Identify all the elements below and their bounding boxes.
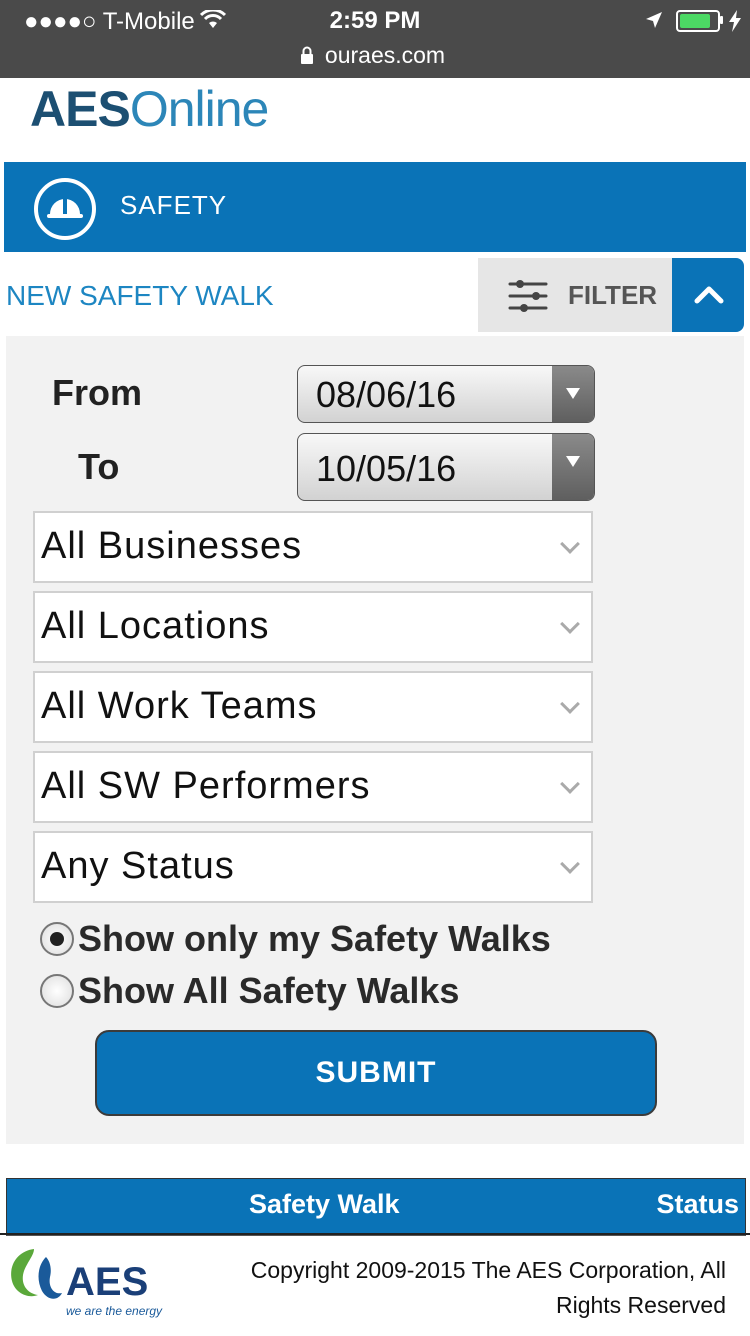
- from-label: From: [52, 372, 142, 413]
- results-table-header: Safety Walk Status: [6, 1178, 746, 1236]
- status-select[interactable]: Any Status: [33, 831, 593, 903]
- section-title: SAFETY: [120, 190, 228, 220]
- radio-show-all-label: Show All Safety Walks: [78, 970, 460, 1011]
- to-date-picker[interactable]: 10/05/16: [297, 433, 595, 501]
- to-label: To: [78, 446, 120, 487]
- logo-wordmark: AES: [66, 1260, 148, 1304]
- sw-performer-select[interactable]: All SW Performers: [33, 751, 593, 823]
- radio-show-mine-label: Show only my Safety Walks: [78, 918, 551, 959]
- chevron-down-icon: [560, 774, 580, 794]
- filter-collapse-button[interactable]: [672, 258, 744, 332]
- column-header-status[interactable]: Status: [656, 1189, 739, 1220]
- to-date-value: 10/05/16: [316, 448, 457, 489]
- copyright-text: Copyright 2009-2015 The AES Corporation,…: [250, 1257, 726, 1318]
- sw-performer-select-value: All SW Performers: [41, 765, 371, 807]
- hard-hat-icon: [34, 178, 96, 240]
- location-select-value: All Locations: [41, 605, 270, 647]
- dropdown-arrow-icon: [552, 366, 594, 422]
- chevron-down-icon: [560, 614, 580, 634]
- work-team-select[interactable]: All Work Teams: [33, 671, 593, 743]
- business-select-value: All Businesses: [41, 525, 303, 567]
- dropdown-arrow-icon: [552, 434, 594, 500]
- safety-banner: SAFETY: [4, 162, 746, 252]
- logo-text-light: Online: [129, 81, 270, 137]
- status-bar: ●●●●○ T-Mobile 2:59 PM ouraes.com: [0, 0, 750, 78]
- location-arrow-icon: [646, 12, 662, 28]
- from-date-value: 08/06/16: [316, 374, 457, 415]
- from-date-picker[interactable]: 08/06/16: [297, 365, 595, 423]
- aes-online-logo[interactable]: AESOnline: [30, 80, 270, 138]
- submit-button[interactable]: SUBMIT: [95, 1030, 657, 1116]
- aes-corporate-logo: AES we are the energy: [11, 1249, 163, 1318]
- new-safety-walk-link[interactable]: NEW SAFETY WALK: [6, 280, 274, 312]
- battery-icon: [676, 10, 720, 32]
- clock-label: 2:59 PM: [329, 7, 421, 34]
- charging-bolt-icon: [729, 10, 741, 32]
- chevron-down-icon: [560, 694, 580, 714]
- radio-button-selected[interactable]: [40, 922, 74, 956]
- status-select-value: Any Status: [41, 845, 235, 887]
- filter-label: FILTER: [568, 280, 658, 310]
- chevron-down-icon: [560, 534, 580, 554]
- business-select[interactable]: All Businesses: [33, 511, 593, 583]
- sliders-icon: [508, 280, 548, 312]
- radio-button-unselected[interactable]: [40, 974, 74, 1008]
- url-label[interactable]: ouraes.com: [0, 42, 750, 69]
- column-header-safety-walk[interactable]: Safety Walk: [249, 1189, 400, 1220]
- chevron-down-icon: [560, 854, 580, 874]
- work-team-select-value: All Work Teams: [41, 685, 318, 727]
- filter-button[interactable]: FILTER: [478, 258, 674, 332]
- logo-text-bold: AES: [30, 81, 131, 137]
- location-select[interactable]: All Locations: [33, 591, 593, 663]
- battery-tip: [720, 16, 723, 24]
- footer: AES we are the energy Copyright 2009-201…: [0, 1233, 750, 1336]
- logo-tagline: we are the energy: [66, 1304, 163, 1318]
- chevron-up-icon: [694, 286, 724, 304]
